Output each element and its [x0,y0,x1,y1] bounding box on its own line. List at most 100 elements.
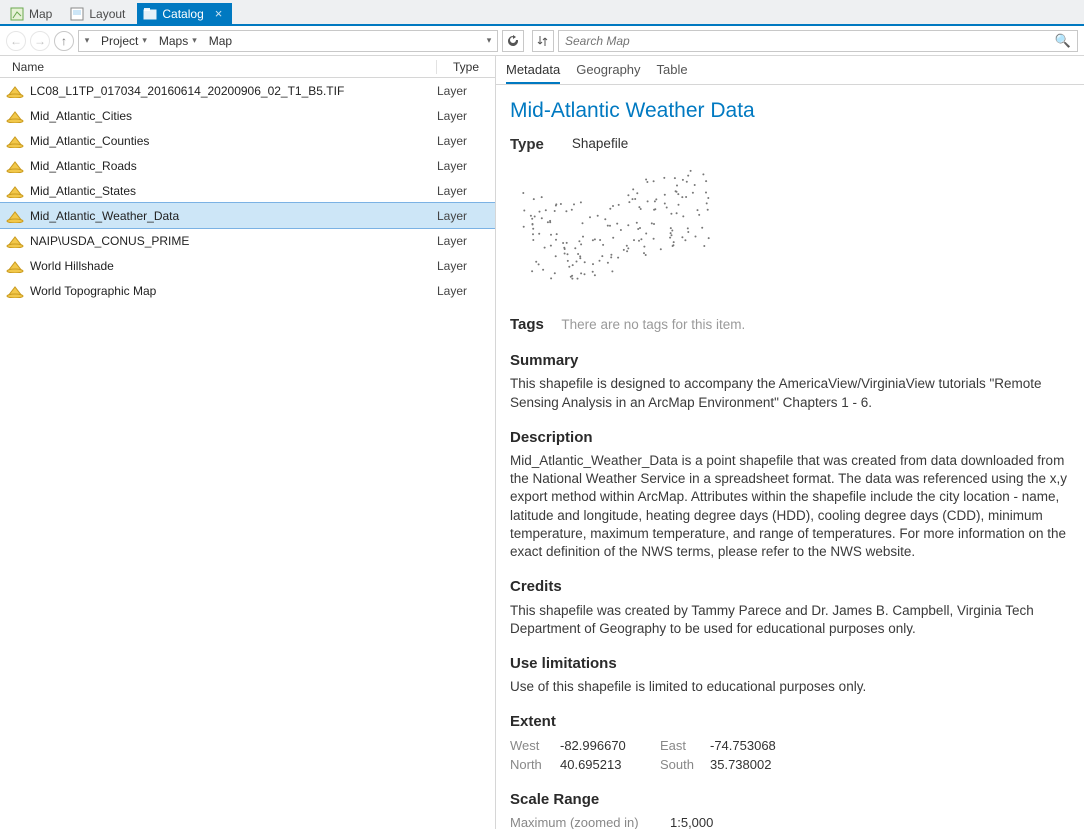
description-heading: Description [510,428,1070,448]
catalog-row-type: Layer [437,109,495,123]
catalog-row-name: World Topographic Map [30,284,437,298]
column-headers: Name Type [0,56,495,78]
column-header-type[interactable]: Type [437,60,495,74]
breadcrumb-label: Map [209,34,232,48]
catalog-row-type: Layer [437,284,495,298]
tab-label: Layout [89,7,125,21]
credits-text: This shapefile was created by Tammy Pare… [510,602,1070,638]
extent-east-value: -74.753068 [710,737,810,755]
sort-icon [536,34,550,48]
layer-icon [6,284,24,298]
thumbnail [510,164,1070,299]
catalog-row[interactable]: Mid_Atlantic_CountiesLayer [0,128,495,153]
tab-layout[interactable]: Layout [64,4,135,24]
catalog-row-type: Layer [437,259,495,273]
tab-table[interactable]: Table [657,62,688,84]
summary-heading: Summary [510,351,1070,371]
tab-label: Catalog [162,7,203,21]
tab-label: Map [29,7,52,21]
type-label: Type [510,135,544,155]
catalog-row-type: Layer [437,234,495,248]
breadcrumb-seg-maps[interactable]: Maps ▾ [153,34,203,48]
type-value: Shapefile [572,135,628,155]
extent-heading: Extent [510,712,1070,732]
description-text: Mid_Atlantic_Weather_Data is a point sha… [510,452,1070,561]
extent-west-label: West [510,737,560,755]
catalog-row-name: World Hillshade [30,259,437,273]
nav-forward-button[interactable]: → [30,31,50,51]
breadcrumb-label: Maps [159,34,188,48]
nav-up-button[interactable]: ↑ [54,31,74,51]
catalog-row-type: Layer [437,184,495,198]
catalog-row-type: Layer [437,159,495,173]
scale-max-label: Maximum (zoomed in) [510,814,670,829]
extent-east-label: East [660,737,710,755]
tab-metadata[interactable]: Metadata [506,62,560,84]
tags-value: There are no tags for this item. [561,317,745,332]
sort-button[interactable] [532,30,554,52]
extent-north-label: North [510,756,560,774]
extent-south-label: South [660,756,710,774]
breadcrumb-label: Project [101,34,138,48]
catalog-row-name: Mid_Atlantic_Weather_Data [30,209,437,223]
scale-heading: Scale Range [510,790,1070,810]
catalog-list-pane: Name Type LC08_L1TP_017034_20160614_2020… [0,56,496,829]
scale-grid: Maximum (zoomed in) 1:5,000 Minimum (zoo… [510,814,1070,829]
chevron-down-icon[interactable]: ▾ [481,35,497,46]
layer-icon [6,134,24,148]
catalog-row-name: Mid_Atlantic_Roads [30,159,437,173]
breadcrumb[interactable]: ▾ Project ▾ Maps ▾ Map ▾ [78,30,498,52]
refresh-button[interactable] [502,30,524,52]
chevron-down-icon[interactable]: ▾ [79,35,95,46]
catalog-row-type: Layer [437,209,495,223]
layer-icon [6,84,24,98]
catalog-row[interactable]: Mid_Atlantic_Weather_DataLayer [0,203,495,228]
map-icon [10,7,24,21]
catalog-row-name: Mid_Atlantic_Counties [30,134,437,148]
credits-heading: Credits [510,577,1070,597]
layer-icon [6,184,24,198]
catalog-row[interactable]: LC08_L1TP_017034_20160614_20200906_02_T1… [0,78,495,103]
summary-text: This shapefile is designed to accompany … [510,375,1070,411]
extent-grid: West -82.996670 East -74.753068 North 40… [510,737,1070,774]
close-icon[interactable]: × [215,6,223,21]
catalog-row[interactable]: World HillshadeLayer [0,253,495,278]
search-icon[interactable]: 🔍 [1055,33,1071,49]
catalog-list: LC08_L1TP_017034_20160614_20200906_02_T1… [0,78,495,303]
metadata-body: Mid-Atlantic Weather Data Type Shapefile… [496,85,1084,829]
catalog-row-name: Mid_Atlantic_States [30,184,437,198]
extent-south-value: 35.738002 [710,756,810,774]
chevron-down-icon[interactable]: ▾ [192,35,197,46]
refresh-icon [506,34,520,48]
tab-catalog[interactable]: Catalog × [137,3,232,24]
column-header-name[interactable]: Name [0,60,437,74]
layout-icon [70,7,84,21]
breadcrumb-seg-map[interactable]: Map [203,34,238,48]
catalog-row[interactable]: Mid_Atlantic_StatesLayer [0,178,495,203]
layer-icon [6,109,24,123]
catalog-row[interactable]: World Topographic MapLayer [0,278,495,303]
breadcrumb-seg-project[interactable]: Project ▾ [95,34,153,48]
chevron-down-icon[interactable]: ▾ [142,35,147,46]
catalog-row-name: LC08_L1TP_017034_20160614_20200906_02_T1… [30,84,437,98]
scale-max-value: 1:5,000 [670,814,1070,829]
layer-icon [6,159,24,173]
uselim-heading: Use limitations [510,654,1070,674]
tags-label: Tags [510,316,544,333]
metadata-pane: Metadata Geography Table Mid-Atlantic We… [496,56,1084,829]
uselim-text: Use of this shapefile is limited to educ… [510,678,1070,696]
catalog-toolbar: ← → ↑ ▾ Project ▾ Maps ▾ Map ▾ 🔍 [0,26,1084,56]
catalog-row[interactable]: Mid_Atlantic_RoadsLayer [0,153,495,178]
catalog-icon [143,7,157,21]
layer-icon [6,234,24,248]
catalog-row[interactable]: NAIP\USDA_CONUS_PRIMELayer [0,228,495,253]
search-input[interactable] [565,34,1049,48]
catalog-row[interactable]: Mid_Atlantic_CitiesLayer [0,103,495,128]
layer-icon [6,259,24,273]
tab-map[interactable]: Map [4,4,62,24]
layer-icon [6,209,24,223]
document-tabs: Map Layout Catalog × [0,0,1084,26]
tab-geography[interactable]: Geography [576,62,640,84]
catalog-row-name: NAIP\USDA_CONUS_PRIME [30,234,437,248]
nav-back-button[interactable]: ← [6,31,26,51]
